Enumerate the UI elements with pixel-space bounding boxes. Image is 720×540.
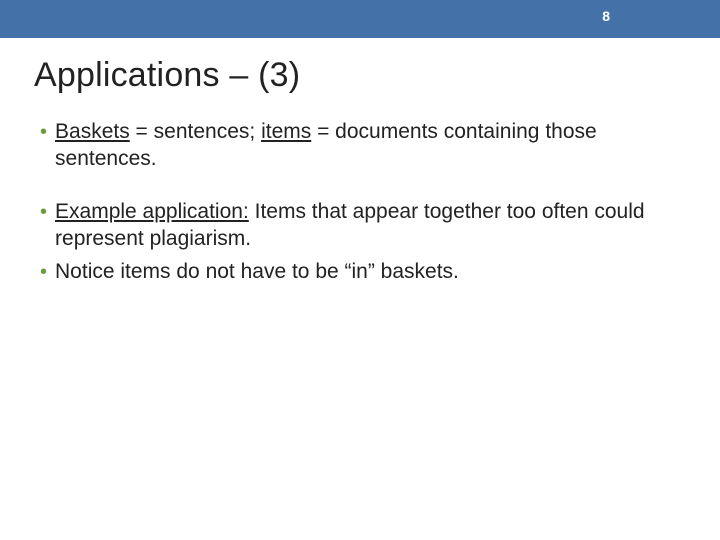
page-number: 8 xyxy=(602,8,610,24)
bullet-text: Baskets = sentences; items = documents c… xyxy=(55,118,680,172)
slide-title: Applications – (3) xyxy=(34,56,300,95)
bullet-dot-icon: • xyxy=(40,119,47,145)
bullet-item: • Example application: Items that appear … xyxy=(40,198,680,252)
slide: 8 Applications – (3) • Baskets = sentence… xyxy=(0,0,720,540)
bullet-item: • Notice items do not have to be “in” bas… xyxy=(40,258,680,285)
bullet-item: • Baskets = sentences; items = documents … xyxy=(40,118,680,172)
bullet-text: Example application: Items that appear t… xyxy=(55,198,680,252)
bullet-dot-icon: • xyxy=(40,259,47,285)
bullet-text: Notice items do not have to be “in” bask… xyxy=(55,258,459,285)
header-bar: 8 xyxy=(0,0,720,38)
slide-body: • Baskets = sentences; items = documents … xyxy=(40,118,680,291)
bullet-dot-icon: • xyxy=(40,199,47,225)
